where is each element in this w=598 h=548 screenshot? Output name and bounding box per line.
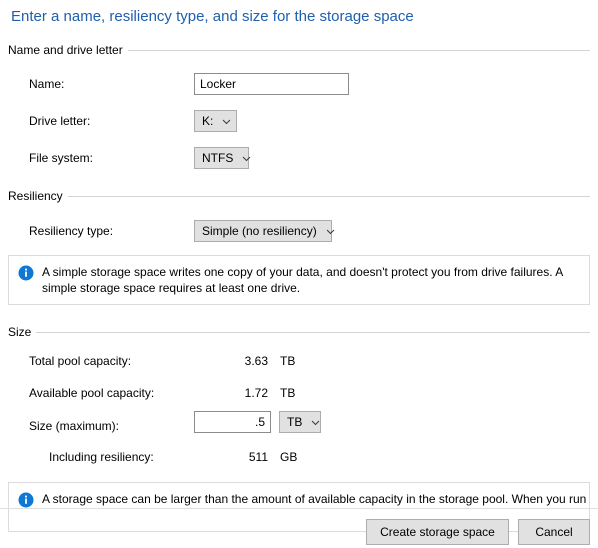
available-pool-capacity-value: 1.72 [244, 386, 268, 400]
total-pool-capacity-unit: TB [280, 354, 296, 368]
group-size: Size [8, 324, 590, 340]
resiliency-type-label: Resiliency type: [29, 224, 114, 238]
resiliency-info-text: A simple storage space writes one copy o… [42, 265, 563, 295]
file-system-select[interactable]: NTFS [194, 147, 251, 169]
group-name-and-drive-letter: Name and drive letter [8, 42, 590, 58]
chevron-down-icon [311, 418, 320, 427]
group-header: Name and drive letter [8, 42, 590, 58]
file-system-label: File system: [29, 151, 94, 165]
size-unit-select[interactable]: TB [279, 411, 321, 433]
group-header: Resiliency [8, 188, 590, 204]
including-resiliency-value: 511 [248, 450, 268, 464]
size-maximum-label: Size (maximum): [29, 419, 120, 433]
available-pool-capacity-unit: TB [280, 386, 296, 400]
group-divider [67, 195, 590, 197]
group-label-resiliency: Resiliency [8, 189, 68, 203]
group-label-size: Size [8, 325, 37, 339]
footer-divider [0, 508, 598, 509]
including-resiliency-unit: GB [280, 450, 298, 464]
chevron-down-icon [242, 154, 251, 163]
available-pool-capacity-label: Available pool capacity: [29, 386, 155, 400]
field-row-name: Name: [29, 73, 64, 95]
chevron-down-icon [326, 227, 335, 236]
total-pool-capacity-value: 3.63 [244, 354, 268, 368]
including-resiliency-label: Including resiliency: [49, 450, 154, 464]
info-icon [18, 265, 34, 281]
group-divider [127, 49, 590, 51]
name-input[interactable] [194, 73, 349, 95]
resiliency-info-box: A simple storage space writes one copy o… [8, 255, 590, 305]
cancel-button[interactable]: Cancel [518, 519, 590, 545]
page-title: Enter a name, resiliency type, and size … [11, 8, 414, 25]
drive-letter-select[interactable]: K: [194, 110, 237, 132]
size-unit-value: TB [287, 415, 303, 429]
drive-letter-value: K: [202, 114, 214, 128]
group-divider [36, 331, 590, 333]
group-label-name-and-drive-letter: Name and drive letter [8, 43, 128, 57]
field-row-drive-letter: Drive letter: [29, 110, 90, 132]
total-pool-capacity-label: Total pool capacity: [29, 354, 132, 368]
name-label: Name: [29, 77, 65, 91]
group-header: Size [8, 324, 590, 340]
file-system-value: NTFS [202, 151, 234, 165]
drive-letter-label: Drive letter: [29, 114, 91, 128]
info-icon [18, 492, 34, 508]
field-row-resiliency-type: Resiliency type: [29, 220, 113, 242]
capacity-info-text: A storage space can be larger than the a… [42, 492, 587, 506]
field-row-file-system: File system: [29, 147, 93, 169]
create-storage-space-button[interactable]: Create storage space [366, 519, 509, 545]
resiliency-type-value: Simple (no resiliency) [202, 224, 317, 238]
size-maximum-input[interactable] [194, 411, 271, 433]
group-resiliency: Resiliency [8, 188, 590, 204]
resiliency-type-select[interactable]: Simple (no resiliency) [194, 220, 335, 242]
chevron-down-icon [222, 117, 231, 126]
